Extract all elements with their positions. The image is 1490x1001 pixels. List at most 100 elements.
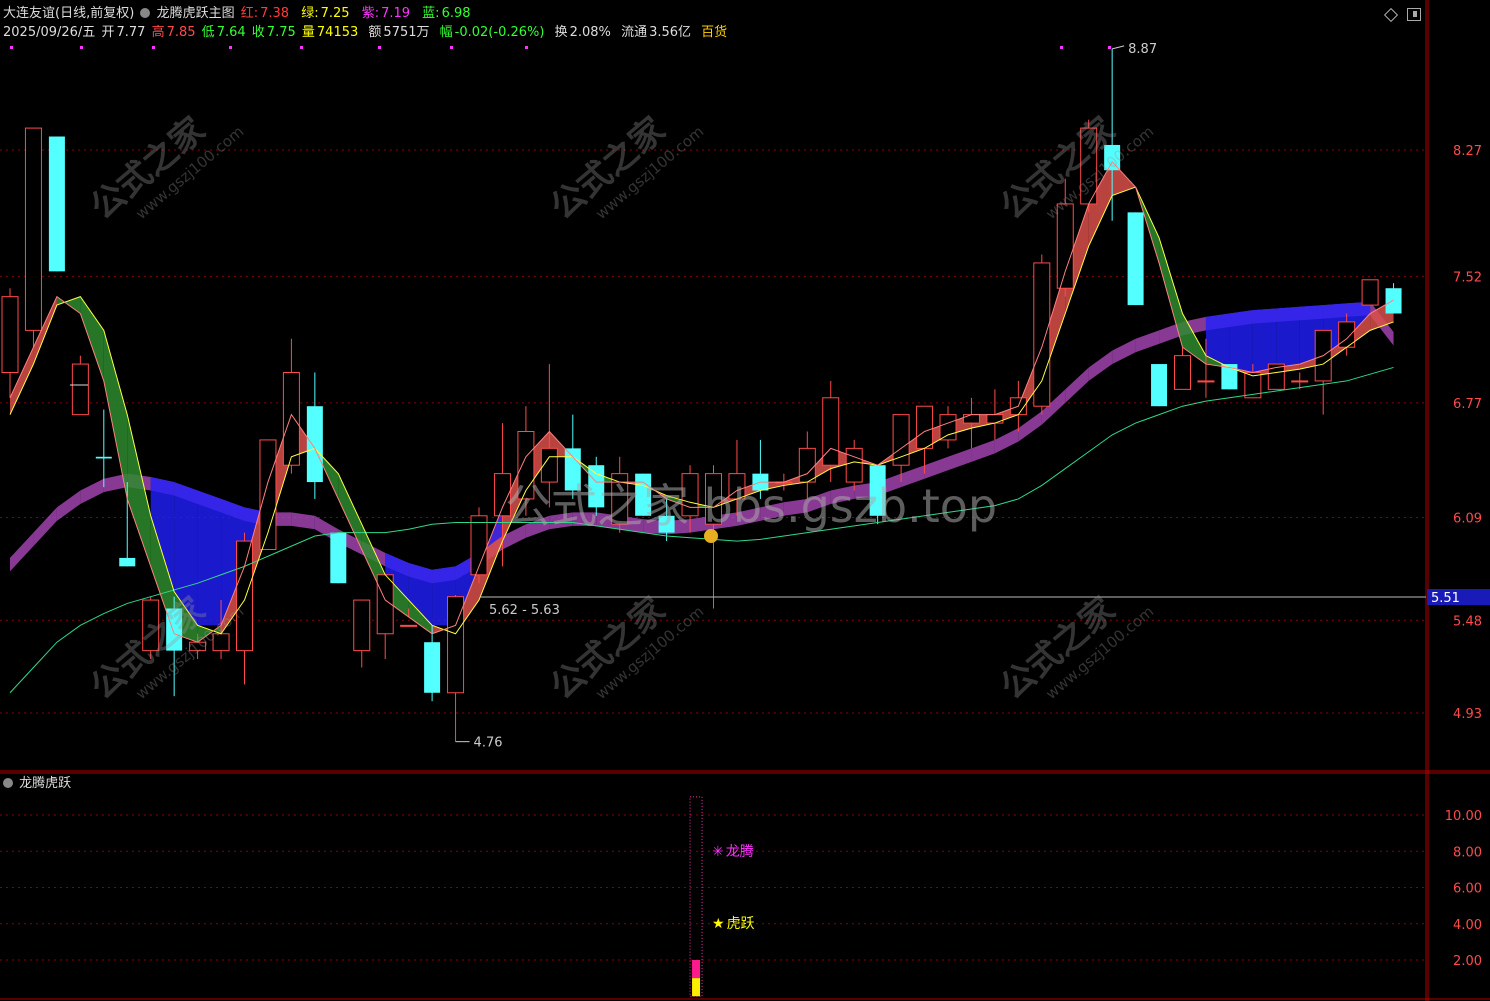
volume-value: 74153 xyxy=(316,25,359,40)
candle-body xyxy=(1080,127,1098,205)
high-value: 7.85 xyxy=(166,25,196,40)
signal-dot xyxy=(229,46,232,49)
candle-body xyxy=(939,414,957,441)
line-red-value: 7.38 xyxy=(260,6,290,21)
watermark-center: 公式之家 bbs.gszb.top xyxy=(505,479,998,533)
sub-axis: 10.00 8.00 6.00 4.00 2.00 xyxy=(1445,809,1482,969)
high-annotation: 8.87 xyxy=(1128,42,1157,57)
band-segment xyxy=(1252,308,1277,373)
amount-label: 额 xyxy=(368,25,382,40)
candle-body xyxy=(142,599,160,652)
line-blue-label: 蓝: xyxy=(422,6,440,21)
candle-body xyxy=(892,414,910,466)
sector-tag[interactable]: 百货 xyxy=(701,25,727,40)
quote-row: 2025/09/26/五 开 7.77 高 7.85 低 7.64 收 7.75 量 74… xyxy=(3,25,729,41)
sub-panel-header: 龙腾虎跃 xyxy=(3,776,73,792)
open-value: 7.77 xyxy=(116,25,146,40)
candle-body xyxy=(1056,203,1074,289)
candle-body xyxy=(189,641,207,652)
candle-body xyxy=(212,633,230,652)
range-annotation: 5.62 - 5.63 xyxy=(489,603,560,618)
line-red-label: 红: xyxy=(240,6,259,21)
sub-toggle-icon[interactable] xyxy=(3,778,13,788)
candle-body xyxy=(48,136,65,272)
signal-bar-yellow xyxy=(692,978,701,997)
line-green-value: 7.25 xyxy=(320,6,350,21)
open-label: 开 xyxy=(101,25,115,40)
line-purple-label: 紫: xyxy=(361,6,380,21)
candle-body xyxy=(119,557,136,567)
candle-body xyxy=(95,456,112,459)
candle-body xyxy=(1385,288,1402,314)
close-label: 收 xyxy=(251,25,265,40)
amount-value: 5751万 xyxy=(383,25,430,40)
candle-body xyxy=(1174,355,1191,390)
indicator-title[interactable]: 龙腾虎跃主图 xyxy=(157,6,235,21)
signal-dot xyxy=(1108,46,1111,49)
quote-date: 2025/09/26/五 xyxy=(3,25,96,40)
sub-tick-label: 2.00 xyxy=(1453,954,1482,969)
line-green-label: 绿: xyxy=(301,6,319,21)
volume-label: 量 xyxy=(301,25,315,40)
candle-body xyxy=(330,532,347,584)
candle-body xyxy=(236,540,253,652)
signal-dot xyxy=(1060,46,1063,49)
candle-body xyxy=(424,642,441,693)
price-tick-label: 5.48 xyxy=(1453,614,1482,629)
sub-tick-label: 8.00 xyxy=(1453,845,1482,860)
candle-body xyxy=(1033,262,1051,407)
candle-body xyxy=(1291,380,1309,383)
candle-body xyxy=(1361,279,1379,306)
signal-dot xyxy=(80,46,83,49)
signal-dot xyxy=(525,46,528,49)
signal-dot xyxy=(10,46,13,49)
candle-body xyxy=(1104,144,1121,171)
sub-tick-label: 4.00 xyxy=(1453,918,1482,933)
price-tick-label: 6.77 xyxy=(1453,397,1482,412)
candle-body xyxy=(916,405,934,449)
low-label: 低 xyxy=(201,25,215,40)
line-blue-value: 6.98 xyxy=(441,6,471,21)
candles-group xyxy=(1,48,1402,742)
change-value: -0.02(-0.26%) xyxy=(454,25,545,40)
signal-bars xyxy=(689,796,703,997)
candle-body xyxy=(282,372,300,466)
candle-body xyxy=(400,624,418,627)
turnover-value: 2.08% xyxy=(569,25,611,40)
candle-body xyxy=(166,608,183,651)
high-label: 高 xyxy=(151,25,165,40)
window-toggle-icon[interactable] xyxy=(1407,8,1421,21)
band-segment xyxy=(1229,310,1253,373)
indicator-toggle-icon[interactable] xyxy=(140,8,151,18)
signal-dot xyxy=(300,46,303,49)
low-annotation: 4.76 xyxy=(474,736,503,751)
signal-bar-magenta xyxy=(692,960,701,979)
signal-dragon: ✳ 龙腾 xyxy=(712,844,756,860)
candle-body xyxy=(986,414,1004,424)
float-label: 流通 xyxy=(621,25,648,40)
price-tick-label: 7.52 xyxy=(1453,270,1482,285)
title-row: 大连友谊(日线,前复权) 龙腾虎跃主图 红: 7.38 绿: 7.25 紫: 7.19… xyxy=(3,6,473,22)
signal-dot xyxy=(378,46,381,49)
turnover-label: 换 xyxy=(554,25,568,40)
high-pointer xyxy=(1112,45,1125,50)
candle-body xyxy=(1127,212,1144,306)
change-label: 幅 xyxy=(439,25,453,40)
candle-body xyxy=(24,127,42,331)
candle-body xyxy=(1151,364,1168,407)
signal-dot xyxy=(450,46,453,49)
tiger-star-icon: ★ xyxy=(712,916,725,932)
signal-dragon-label: 龙腾 xyxy=(725,844,754,860)
candle-body xyxy=(962,414,980,424)
candle-body xyxy=(1197,380,1215,383)
sub-tick-label: 6.00 xyxy=(1453,882,1482,897)
sub-tick-label: 10.00 xyxy=(1445,809,1482,824)
price-tick-label: 8.27 xyxy=(1453,144,1482,159)
candle-body xyxy=(353,599,371,652)
close-value: 7.75 xyxy=(266,25,296,40)
sub-panel-title[interactable]: 龙腾虎跃 xyxy=(19,776,71,791)
price-tick-label: 6.09 xyxy=(1453,511,1482,526)
stock-title[interactable]: 大连友谊(日线,前复权) xyxy=(3,6,134,21)
float-value: 3.56亿 xyxy=(649,25,692,40)
low-value: 7.64 xyxy=(216,25,246,40)
